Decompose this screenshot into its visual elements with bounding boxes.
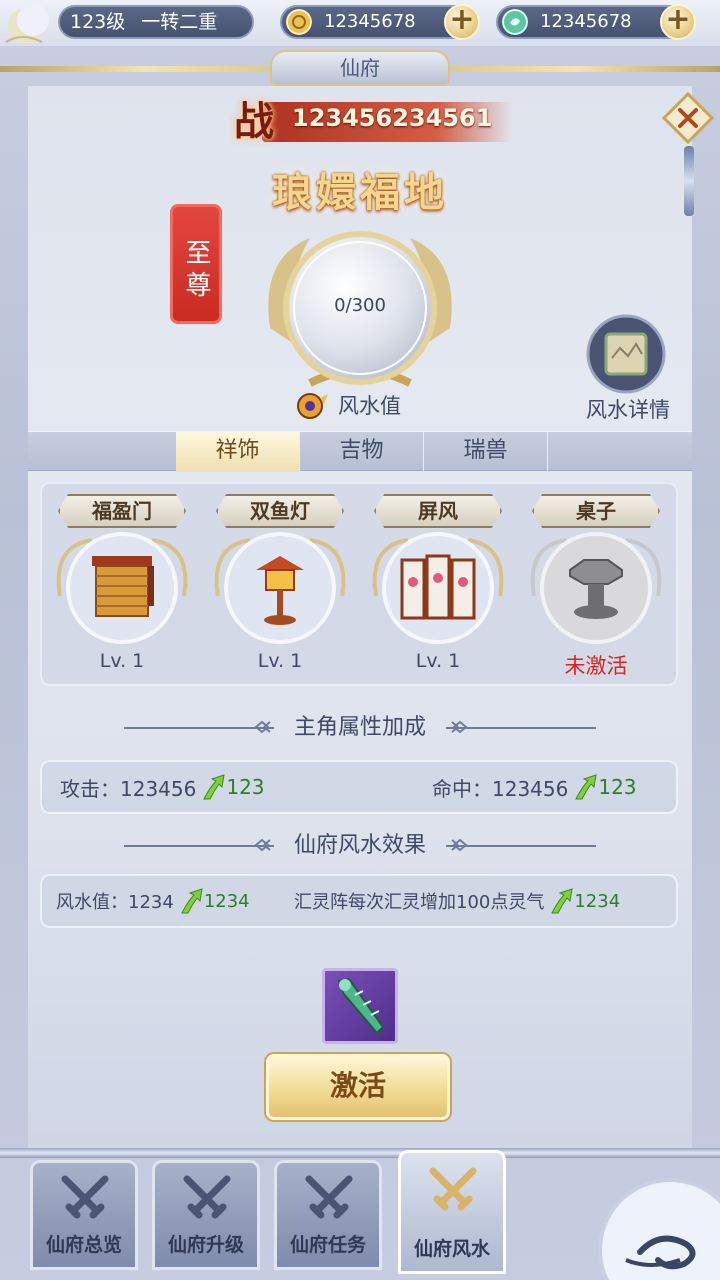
hero-bonus-title: 主角属性加成 [293, 715, 426, 740]
player-level-pill: 123级 一转二重 [58, 5, 254, 39]
crossed-swords-icon [61, 1175, 109, 1219]
attack-stat: 攻击：123456 123 [60, 762, 265, 812]
arrow-up-icon [181, 888, 203, 914]
decoration-level: Lv. 1 [257, 650, 303, 672]
crossed-swords-icon [305, 1175, 353, 1219]
tab-auspicious-beasts[interactable]: 瑞兽 [424, 432, 548, 472]
tab-decorations[interactable]: 祥饰 [176, 432, 300, 472]
realm-name: 琅嬛福地 [272, 169, 448, 216]
stat-label: 汇灵阵每次汇灵增加100点灵气 [294, 892, 545, 913]
nav-tab-label: 仙府风水 [413, 1238, 490, 1260]
decoration-level: 未激活 [564, 654, 628, 678]
decoration-name: 双鱼灯 [216, 494, 344, 528]
header-rule [124, 727, 274, 729]
fengshui-effect-box: 风水值：1234 1234 汇灵阵每次汇灵增加100点灵气 1234 [40, 874, 678, 928]
stat-increase: 1234 [574, 890, 621, 912]
fengshui-value-stat: 风水值：1234 1234 [56, 876, 250, 926]
header-rule [124, 845, 274, 847]
decoration-name: 屏风 [374, 494, 502, 528]
knot-ornament-icon [254, 838, 271, 852]
decoration-card[interactable]: 桌子 未激活 [522, 488, 670, 684]
arrow-up-icon [575, 774, 597, 800]
crossed-swords-icon [429, 1167, 477, 1211]
nav-tab-label: 仙府升级 [167, 1234, 244, 1256]
decoration-level: Lv. 1 [99, 650, 145, 672]
spirit-gather-stat: 汇灵阵每次汇灵增加100点灵气 1234 [294, 876, 620, 926]
bottom-nav-rail [0, 1148, 720, 1158]
jade-scepter-icon [337, 977, 385, 1035]
top-status-bar: 123级 一转二重 12345678 + 12345678 + [0, 0, 720, 46]
decoration-name: 福盈门 [58, 494, 186, 528]
page-title: 仙府 [270, 50, 450, 86]
header-rule [446, 845, 596, 847]
gold-amount: 12345678 [324, 11, 416, 32]
arrow-up-icon [203, 774, 225, 800]
stat-label: 风水值：1234 [56, 892, 174, 913]
decoration-level: Lv. 1 [415, 650, 461, 672]
activate-button[interactable]: 激活 [266, 1054, 450, 1120]
accuracy-stat: 命中：123456 123 [432, 762, 637, 812]
stat-label: 命中：123456 [432, 776, 569, 801]
crossed-swords-icon [183, 1175, 231, 1219]
add-gold-button[interactable]: + [444, 4, 480, 40]
tab-lucky-items[interactable]: 吉物 [300, 432, 424, 472]
fengshui-progress: 0/300 [334, 295, 386, 316]
nav-tab-label: 仙府总览 [45, 1234, 122, 1256]
header-rule [446, 727, 596, 729]
player-level: 123级 [70, 11, 126, 33]
close-tassel [684, 146, 694, 216]
stat-increase: 123 [226, 775, 265, 799]
power-value: 123456234561 [292, 104, 493, 132]
crescent-moon-icon [5, 4, 49, 44]
decoration-card[interactable]: 屏风 Lv. 1 [364, 488, 512, 684]
nav-tab-fengshui[interactable]: 仙府风水 [398, 1150, 506, 1274]
cloud-orb-menu-icon[interactable] [560, 1160, 720, 1280]
gold-currency: 12345678 + [280, 4, 480, 40]
scroll-map-icon[interactable] [586, 314, 666, 394]
stat-increase: 1234 [203, 890, 250, 912]
nav-tab-overview[interactable]: 仙府总览 [30, 1160, 138, 1270]
fengshui-compass-icon [297, 393, 328, 419]
title-ribbon: 仙府 [0, 50, 720, 88]
fengshui-detail-label[interactable]: 风水详情 [570, 394, 686, 424]
fengshui-effect-title: 仙府风水效果 [293, 833, 426, 858]
nav-tab-upgrade[interactable]: 仙府升级 [152, 1160, 260, 1270]
nav-tab-tasks[interactable]: 仙府任务 [274, 1160, 382, 1270]
fengshui-label-text: 风水值 [338, 394, 401, 418]
lantern-icon [214, 532, 346, 644]
gold-coin-icon [286, 9, 312, 35]
hero-bonus-header: 主角属性加成 [28, 710, 692, 746]
decoration-card[interactable]: 双鱼灯 Lv. 1 [206, 488, 354, 684]
combat-power-banner: 战 123456234561 [222, 92, 522, 152]
jade-currency: 12345678 + [496, 4, 696, 40]
table-icon [530, 532, 662, 644]
decoration-name: 桌子 [532, 494, 660, 528]
decoration-card[interactable]: 福盈门 Lv. 1 [48, 488, 196, 684]
jade-coin-icon [502, 9, 528, 35]
hero-bonus-box: 攻击：123456 123 命中：123456 123 [40, 760, 678, 814]
knot-ornament-icon [254, 720, 271, 734]
close-icon[interactable] [662, 92, 714, 144]
rank-seal: 至尊 [170, 204, 222, 324]
stat-label: 攻击：123456 [60, 776, 197, 801]
material-item-slot[interactable] [322, 968, 398, 1044]
curtain-door-icon [56, 532, 188, 644]
arrow-up-icon [551, 888, 573, 914]
stat-increase: 123 [598, 775, 637, 799]
fengshui-value-label: 风水值 [294, 390, 401, 420]
add-jade-button[interactable]: + [660, 4, 696, 40]
nav-tab-label: 仙府任务 [289, 1234, 366, 1256]
power-glyph: 战 [234, 98, 274, 145]
category-tabs: 祥饰 吉物 瑞兽 [28, 431, 692, 472]
jade-amount: 12345678 [540, 11, 632, 32]
fengshui-effect-header: 仙府风水效果 [28, 828, 692, 864]
folding-screen-icon [372, 532, 504, 644]
player-rank: 一转二重 [141, 11, 218, 33]
